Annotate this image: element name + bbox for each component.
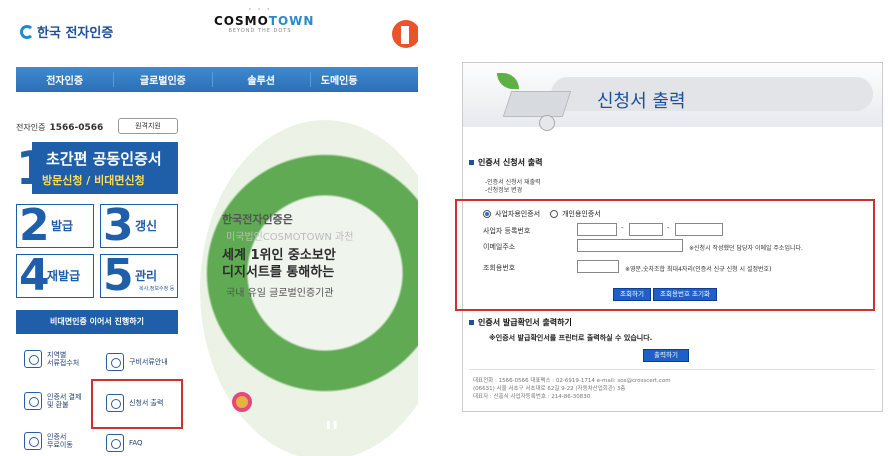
crosscert-logo[interactable]: 한국 전자인증 xyxy=(20,22,113,41)
left-page: 한국 전자인증 · · · COSMOTOWN BEYOND THE DOTS … xyxy=(0,0,418,456)
document-icon xyxy=(106,353,124,371)
bizno-input-2[interactable] xyxy=(629,223,663,236)
section-title-form: 인증서 신청서 출력 xyxy=(469,157,542,168)
tile-issue[interactable]: 2 발급 xyxy=(16,201,94,251)
reset-lookup-button[interactable]: 조회용번호 초기화 xyxy=(653,288,717,301)
lookup-number-input[interactable] xyxy=(577,260,619,273)
highlight-print-form xyxy=(91,379,183,429)
nav-item-2[interactable]: 솔루션 xyxy=(213,72,311,87)
print-form-window: 신청서 출력 인증서 신청서 출력 -인증서 신청서 재출력 -신청정보 변경 … xyxy=(455,62,883,412)
step-one-mark xyxy=(16,142,48,194)
bullet-icon xyxy=(469,320,474,325)
cert-type-radio-group: 사업자용인증서 개인용인증서 xyxy=(483,209,601,219)
flower-image xyxy=(232,392,252,412)
print-button[interactable]: 출력하기 xyxy=(643,349,689,362)
leaf-icon xyxy=(497,73,519,89)
move-icon xyxy=(24,432,42,450)
page-title: 신청서 출력 xyxy=(597,91,686,112)
payment-icon xyxy=(24,392,42,410)
laptop-icon xyxy=(502,91,572,117)
banner-simple-cert[interactable]: 초간편 공동인증서 방문신청 / 비대면신청 xyxy=(16,142,178,194)
bizno-input-1[interactable] xyxy=(577,223,617,236)
nav-item-0[interactable]: 전자인증 xyxy=(16,72,115,87)
phone-row: 전자인증 1566-0566 xyxy=(16,122,104,133)
dots-icon: · · · xyxy=(248,5,272,14)
quick-branch[interactable]: 지역별 서류접수처 xyxy=(24,350,79,368)
main-nav: 전자인증 글로벌인증 솔루션 도메인등 xyxy=(16,67,418,92)
hero-line1: 세계 1위인 중소보안 xyxy=(222,248,336,263)
tile-reissue[interactable]: 4 재발급 xyxy=(16,251,94,301)
divider xyxy=(469,369,875,370)
quick-payment[interactable]: 인증서 결제 및 환불 xyxy=(24,392,81,410)
footer: 대표전화 : 1566-0566 대표팩스 : 02-6919-1714 e-m… xyxy=(473,378,671,400)
pager-icon[interactable]: ❚❚ xyxy=(325,420,338,429)
radio-personal[interactable] xyxy=(550,210,559,218)
logo-icon xyxy=(20,24,34,39)
radio-business[interactable] xyxy=(483,210,491,218)
nav-item-1[interactable]: 글로벌인증 xyxy=(114,72,213,87)
cosmotown-logo[interactable]: · · · COSMOTOWN BEYOND THE DOTS xyxy=(214,5,313,35)
hero-line3: 국내 유일 글로벌인증기관 xyxy=(226,288,334,299)
bizno-input-3[interactable] xyxy=(675,223,723,236)
nav-item-3[interactable]: 도메인등 xyxy=(311,72,418,87)
email-input[interactable] xyxy=(577,239,683,252)
cd-icon xyxy=(539,115,555,131)
hero-text: 한국전자인증은 xyxy=(222,213,293,226)
faq-icon xyxy=(106,434,124,452)
partner-logo[interactable] xyxy=(392,20,418,48)
section-title-confirmation: 인증서 발급확인서 출력하기 xyxy=(469,317,572,328)
remote-support-button[interactable]: 원격지원 xyxy=(118,118,178,134)
search-button[interactable]: 조회하기 xyxy=(613,288,651,301)
tile-manage[interactable]: 5 관리 복사,정보수정 등 xyxy=(100,251,178,301)
globe-icon xyxy=(24,350,42,368)
tile-renew[interactable]: 3 갱신 xyxy=(100,201,178,251)
quick-documents[interactable]: 구비서류안내 xyxy=(106,353,168,371)
untact-continue-button[interactable]: 비대면인증 이어서 진행하기 xyxy=(16,310,178,334)
bullet-icon xyxy=(469,160,474,165)
page-header: 신청서 출력 xyxy=(463,63,882,131)
hero-line2: 디지서트를 통해하는 xyxy=(222,265,335,280)
quick-faq[interactable]: FAQ xyxy=(106,434,143,452)
quick-move[interactable]: 인증서 무료이동 xyxy=(24,432,73,450)
